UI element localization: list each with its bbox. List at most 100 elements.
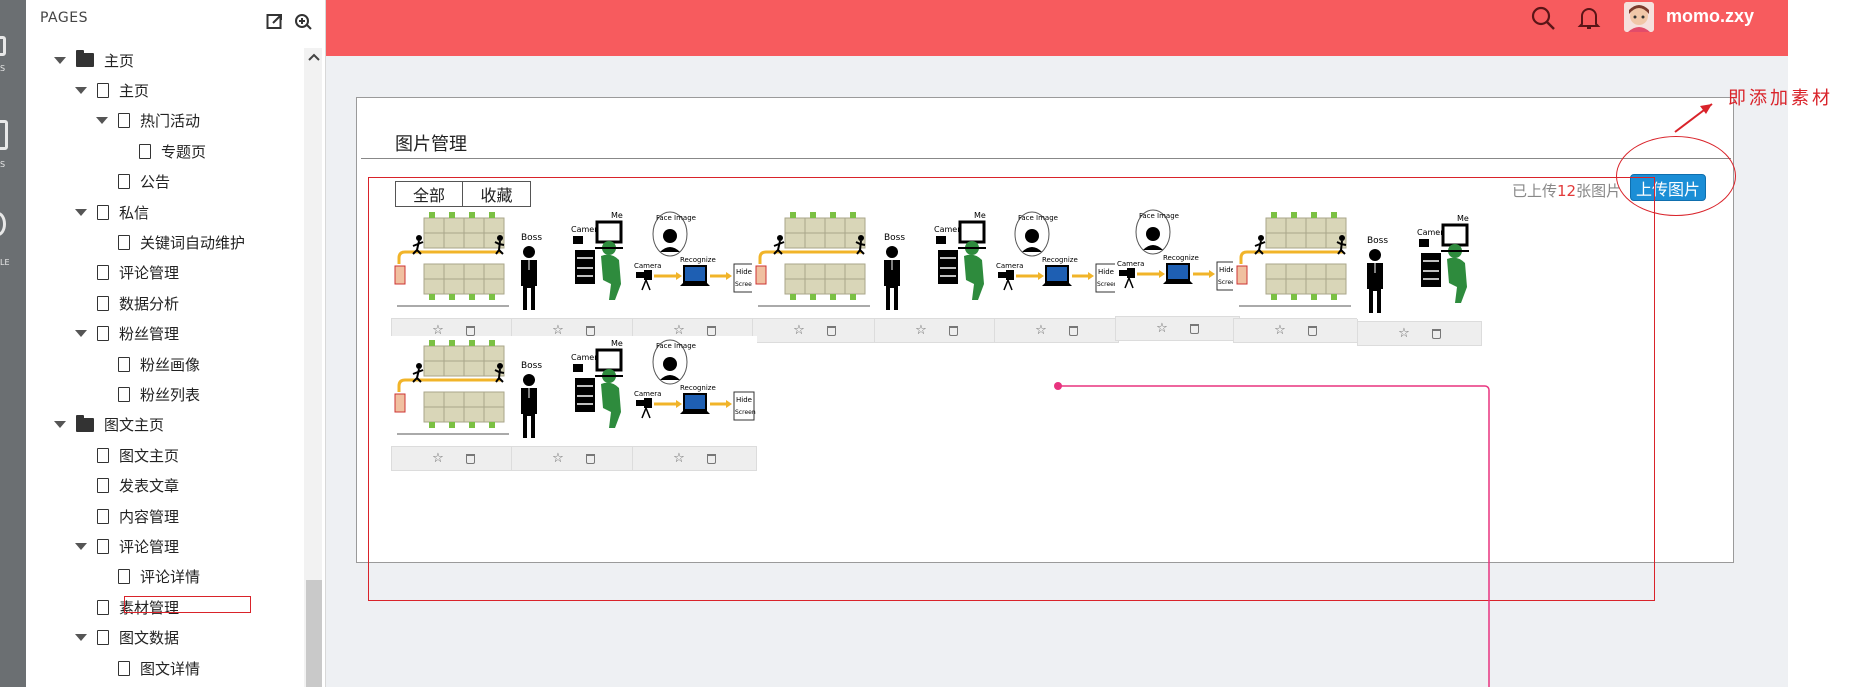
page-icon xyxy=(118,356,130,372)
delete-trash-icon[interactable] xyxy=(1431,328,1441,339)
tree-item[interactable]: 图文数据 xyxy=(75,626,179,650)
tree-item[interactable]: 发表文章 xyxy=(97,474,179,498)
expand-caret-icon[interactable] xyxy=(75,208,87,216)
tree-item[interactable]: 图文主页 xyxy=(54,413,164,437)
tree-item[interactable]: 热门活动 xyxy=(96,109,200,133)
favorite-star-icon[interactable]: ☆ xyxy=(793,323,805,338)
image-thumbnail[interactable]: Boss Camera Me ☆ xyxy=(511,336,636,473)
expand-caret-icon[interactable] xyxy=(75,86,87,94)
thumbnail-image[interactable]: Boss Camera Me xyxy=(511,208,636,316)
favorite-star-icon[interactable]: ☆ xyxy=(1035,323,1047,338)
delete-trash-icon[interactable] xyxy=(1307,325,1317,336)
image-thumbnail[interactable]: ☆ xyxy=(391,336,516,473)
delete-trash-icon[interactable] xyxy=(465,325,475,336)
tree-item[interactable]: 主页 xyxy=(75,78,149,102)
thumbnail-image[interactable] xyxy=(391,336,516,444)
rail-label: S xyxy=(0,160,6,169)
tree-item[interactable]: 专题页 xyxy=(139,139,206,163)
rail-icon[interactable] xyxy=(0,212,6,236)
favorite-star-icon[interactable]: ☆ xyxy=(1156,321,1168,336)
bell-icon[interactable] xyxy=(1576,5,1602,31)
avatar-image xyxy=(1624,2,1654,32)
thumbnail-action-bar: ☆ xyxy=(874,318,999,343)
thumbnail-image[interactable]: Face Image Camera Recognize Hide Screen xyxy=(1115,206,1240,314)
favorite-star-icon[interactable]: ☆ xyxy=(673,451,685,466)
tree-item[interactable]: 公告 xyxy=(118,170,170,194)
annotation-text: 即添加素材 xyxy=(1728,88,1833,109)
thumbnail-image[interactable] xyxy=(391,208,516,316)
thumbnail-image[interactable]: Boss Camera Me xyxy=(874,208,999,316)
tree-item[interactable]: 图文详情 xyxy=(118,656,200,680)
thumbnail-image[interactable]: Boss Camera Me xyxy=(1357,211,1482,319)
tree-item[interactable]: 评论管理 xyxy=(75,534,179,558)
image-thumbnail[interactable]: ☆ xyxy=(391,208,516,345)
favorite-star-icon[interactable]: ☆ xyxy=(1274,323,1286,338)
expand-caret-icon[interactable] xyxy=(54,56,66,64)
favorite-star-icon[interactable]: ☆ xyxy=(552,451,564,466)
export-page-icon[interactable] xyxy=(266,12,284,30)
thumbnail-image[interactable] xyxy=(752,208,877,316)
delete-trash-icon[interactable] xyxy=(706,325,716,336)
page-icon xyxy=(97,204,109,220)
image-thumbnail[interactable]: Face Image Camera Recognize Hide Screen … xyxy=(994,208,1119,345)
delete-trash-icon[interactable] xyxy=(1068,325,1078,336)
delete-trash-icon[interactable] xyxy=(585,453,595,464)
delete-trash-icon[interactable] xyxy=(1189,323,1199,334)
rail-icon[interactable] xyxy=(0,36,6,56)
image-thumbnail[interactable]: Face Image Camera Recognize Hide Screen … xyxy=(1115,206,1240,343)
expand-caret-icon[interactable] xyxy=(54,421,66,429)
tree-item[interactable]: 私信 xyxy=(75,200,149,224)
tree-item[interactable]: 评论详情 xyxy=(118,565,200,589)
avatar[interactable] xyxy=(1624,2,1654,32)
svg-text:Camera: Camera xyxy=(1117,260,1144,268)
tree-item[interactable]: 粉丝列表 xyxy=(118,382,200,406)
image-thumbnail[interactable]: Boss Camera Me ☆ xyxy=(1357,211,1482,348)
expand-caret-icon[interactable] xyxy=(96,117,108,125)
upload-image-button[interactable]: 上传图片 xyxy=(1630,174,1706,201)
tree-item[interactable]: 评论管理 xyxy=(97,261,179,285)
sidebar-scroll-thumb[interactable] xyxy=(306,580,322,687)
delete-trash-icon[interactable] xyxy=(826,325,836,336)
image-thumbnail[interactable]: Boss Camera Me ☆ xyxy=(511,208,636,345)
favorite-star-icon[interactable]: ☆ xyxy=(1398,326,1410,341)
username[interactable]: momo.zxy xyxy=(1666,6,1754,27)
image-thumbnail[interactable]: Face Image Camera Recognize Hide Screen … xyxy=(632,336,757,473)
image-thumbnail[interactable]: Boss Camera Me ☆ xyxy=(874,208,999,345)
tree-item-label: 粉丝画像 xyxy=(140,355,201,374)
add-page-icon[interactable] xyxy=(294,12,312,30)
tree-item[interactable]: 主页 xyxy=(54,48,134,72)
selection-highlight xyxy=(124,596,251,613)
tree-item[interactable]: 粉丝管理 xyxy=(75,322,179,346)
tree-item[interactable]: 粉丝画像 xyxy=(118,352,200,376)
image-thumbnail[interactable]: ☆ xyxy=(1233,208,1358,345)
expand-caret-icon[interactable] xyxy=(75,542,87,550)
delete-trash-icon[interactable] xyxy=(585,325,595,336)
search-icon[interactable] xyxy=(1530,5,1556,31)
scroll-up-icon[interactable] xyxy=(308,52,320,62)
tab-favorites[interactable]: 收藏 xyxy=(463,181,531,207)
image-thumbnail[interactable]: ☆ xyxy=(752,208,877,345)
expand-caret-icon[interactable] xyxy=(75,634,87,642)
tree-item[interactable]: 图文主页 xyxy=(97,443,179,467)
rail-icon[interactable] xyxy=(0,120,8,150)
tree-item[interactable]: 数据分析 xyxy=(97,291,179,315)
page-icon xyxy=(97,478,109,494)
thumbnail-image[interactable]: Face Image Camera Recognize Hide Screen xyxy=(994,208,1119,316)
tab-all[interactable]: 全部 xyxy=(395,181,463,207)
delete-trash-icon[interactable] xyxy=(706,453,716,464)
thumbnail-image[interactable]: Face Image Camera Recognize Hide Screen xyxy=(632,208,757,316)
favorite-star-icon[interactable]: ☆ xyxy=(915,323,927,338)
delete-trash-icon[interactable] xyxy=(948,325,958,336)
image-thumbnail[interactable]: Face Image Camera Recognize Hide Screen … xyxy=(632,208,757,345)
favorite-star-icon[interactable]: ☆ xyxy=(432,451,444,466)
tree-item[interactable]: 内容管理 xyxy=(97,504,179,528)
page-icon xyxy=(118,174,130,190)
thumbnail-image[interactable]: Face Image Camera Recognize Hide Screen xyxy=(632,336,757,444)
delete-trash-icon[interactable] xyxy=(465,453,475,464)
thumbnail-image[interactable] xyxy=(1233,208,1358,316)
rail-label: S xyxy=(0,64,6,73)
thumbnail-image[interactable]: Boss Camera Me xyxy=(511,336,636,444)
page-icon xyxy=(97,326,109,342)
expand-caret-icon[interactable] xyxy=(75,330,87,338)
tree-item[interactable]: 关键词自动维护 xyxy=(118,230,245,254)
